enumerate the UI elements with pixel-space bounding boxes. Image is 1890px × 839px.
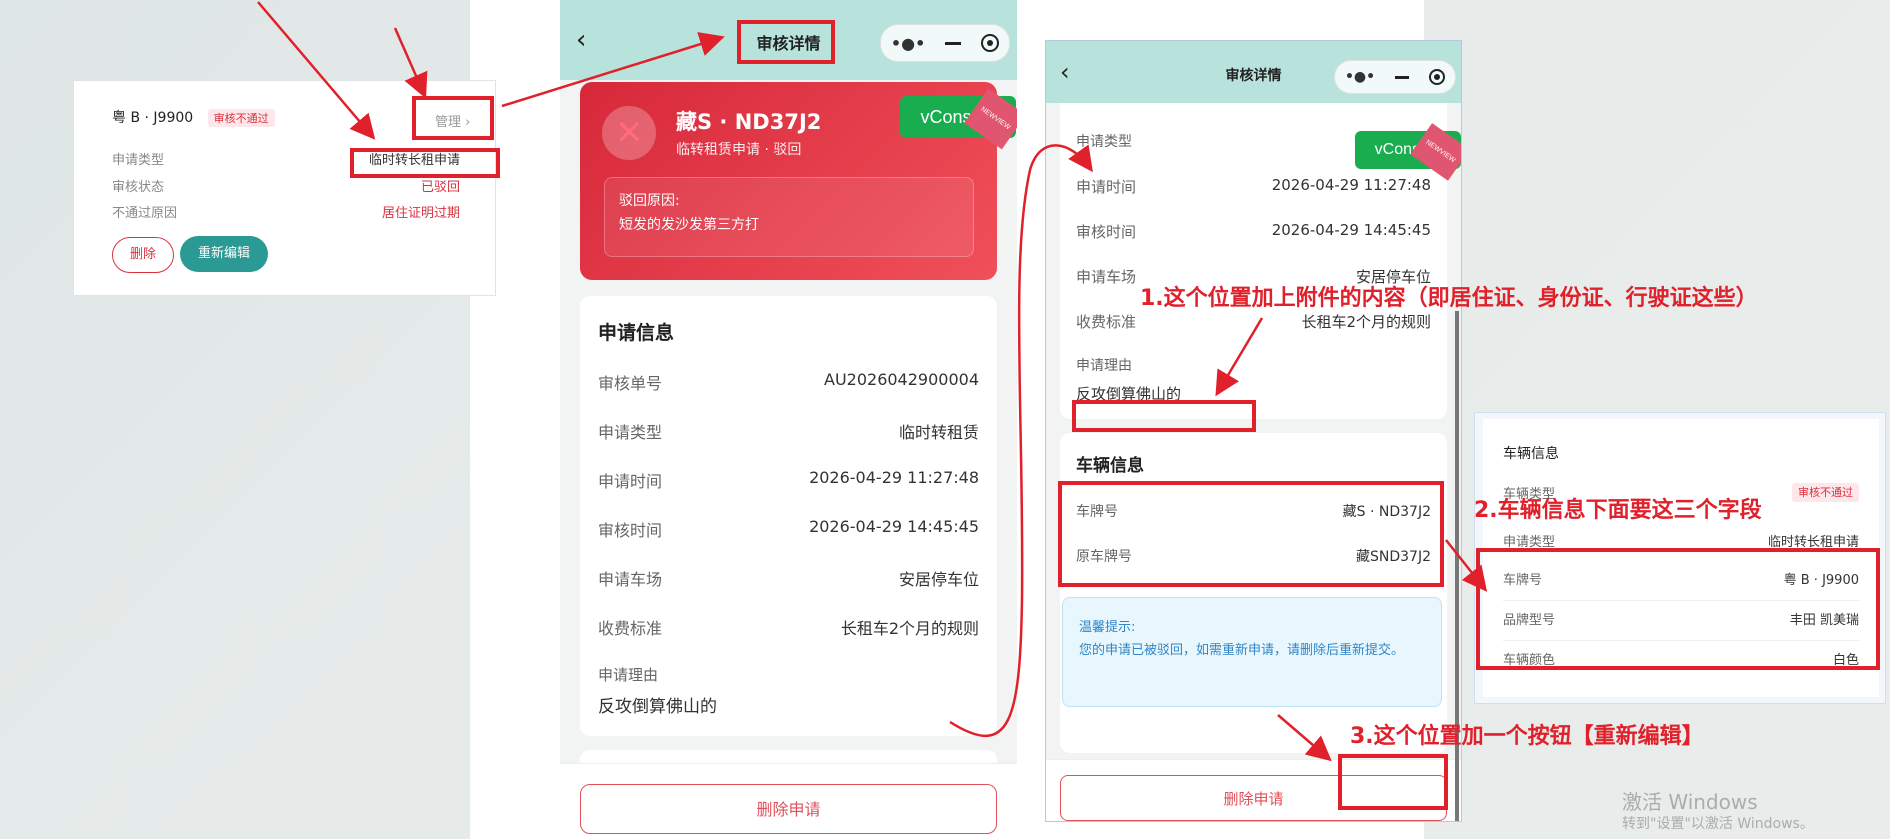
arrow-to-fields <box>1445 539 1488 592</box>
arrow-curve-reason <box>949 144 1093 738</box>
annotation-arrows <box>257 1 1488 762</box>
arrow-to-button <box>1277 714 1332 762</box>
arrow-to-manage <box>257 1 376 140</box>
activation-watermark-text: 转到"设置"以激活 Windows。 <box>1622 816 1814 832</box>
arrow-to-title <box>501 32 725 108</box>
arrow-to-attachment <box>1215 317 1264 397</box>
activation-watermark-title: 激活 Windows <box>1622 790 1758 814</box>
arrow-to-manage-2 <box>393 27 428 99</box>
